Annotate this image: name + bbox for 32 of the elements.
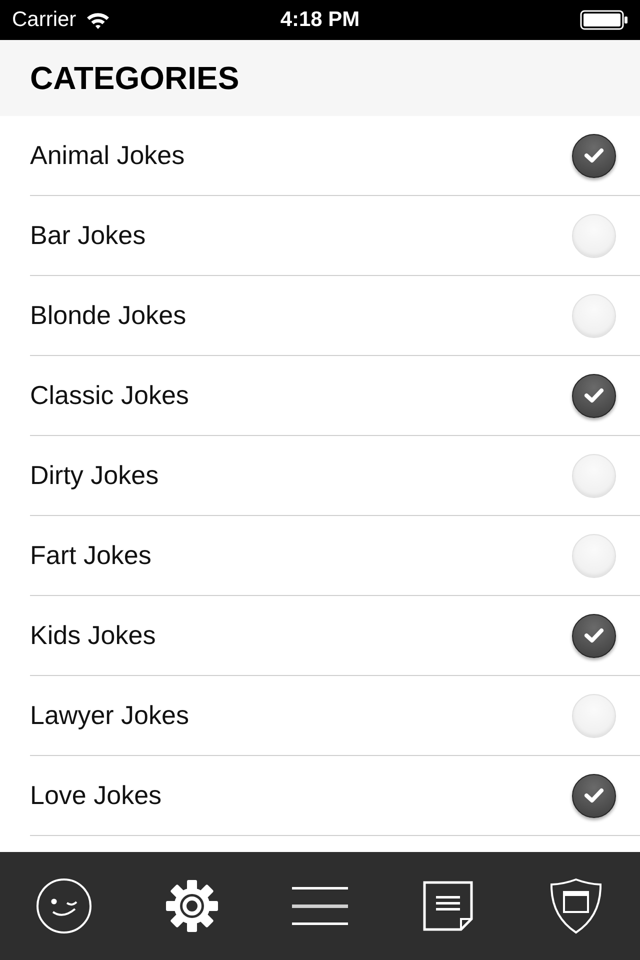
check-icon	[584, 788, 604, 803]
check-icon	[584, 148, 604, 163]
checkbox[interactable]	[572, 134, 616, 178]
shield-window-icon	[550, 878, 602, 934]
shield-tab-button[interactable]	[550, 878, 602, 934]
menu-tab-button[interactable]	[292, 887, 348, 925]
wifi-icon	[86, 11, 110, 29]
time-text: 4:18 PM	[280, 8, 360, 32]
checkbox[interactable]	[572, 374, 616, 418]
category-label: Kids Jokes	[30, 620, 156, 651]
carrier-text: Carrier	[12, 8, 76, 32]
settings-icon	[165, 879, 219, 933]
smiley-tab-button[interactable]	[36, 878, 92, 934]
checkbox[interactable]	[572, 614, 616, 658]
battery-icon	[580, 10, 628, 30]
category-label: Fart Jokes	[30, 540, 152, 571]
note-tab-button[interactable]	[423, 881, 473, 931]
category-label: Lawyer Jokes	[30, 700, 189, 731]
page-title: CATEGORIES	[30, 60, 240, 96]
category-label: Dirty Jokes	[30, 460, 159, 491]
category-label: Animal Jokes	[30, 140, 185, 171]
category-label: Love Jokes	[30, 780, 162, 811]
gear-tab-button[interactable]	[165, 879, 219, 933]
checkbox[interactable]	[572, 774, 616, 818]
category-label: Bar Jokes	[30, 220, 146, 251]
check-icon	[584, 628, 604, 643]
winking-face-icon	[36, 878, 92, 934]
category-label: Blonde Jokes	[30, 300, 186, 331]
note-icon	[423, 881, 473, 931]
check-icon	[584, 388, 604, 403]
category-label: Classic Jokes	[30, 380, 189, 411]
menu-icon	[292, 887, 348, 925]
